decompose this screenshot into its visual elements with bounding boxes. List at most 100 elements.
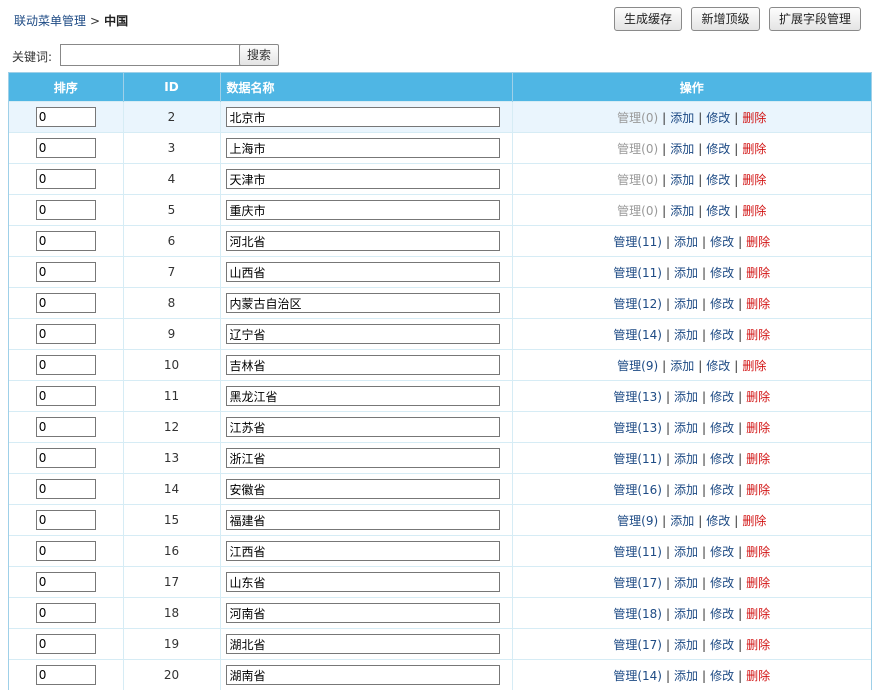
order-input[interactable]	[36, 107, 96, 127]
edit-link[interactable]: 修改	[710, 452, 734, 466]
delete-link[interactable]: 删除	[746, 421, 770, 435]
edit-link[interactable]: 修改	[710, 669, 734, 683]
manage-link[interactable]: 管理(13)	[613, 390, 662, 404]
edit-link[interactable]: 修改	[710, 421, 734, 435]
name-input[interactable]	[226, 541, 500, 561]
name-input[interactable]	[226, 293, 500, 313]
add-link[interactable]: 添加	[674, 607, 698, 621]
name-input[interactable]	[226, 200, 500, 220]
add-link[interactable]: 添加	[674, 235, 698, 249]
edit-link[interactable]: 修改	[706, 514, 730, 528]
order-input[interactable]	[36, 572, 96, 592]
delete-link[interactable]: 删除	[742, 359, 766, 373]
manage-link[interactable]: 管理(11)	[613, 452, 662, 466]
delete-link[interactable]: 删除	[746, 483, 770, 497]
search-button[interactable]: 搜索	[239, 44, 279, 66]
delete-link[interactable]: 删除	[742, 111, 766, 125]
delete-link[interactable]: 删除	[746, 328, 770, 342]
edit-link[interactable]: 修改	[710, 328, 734, 342]
add-link[interactable]: 添加	[670, 514, 694, 528]
edit-link[interactable]: 修改	[706, 359, 730, 373]
name-input[interactable]	[226, 386, 500, 406]
delete-link[interactable]: 删除	[742, 514, 766, 528]
generate-cache-button[interactable]: 生成缓存	[614, 7, 682, 31]
order-input[interactable]	[36, 541, 96, 561]
name-input[interactable]	[226, 417, 500, 437]
edit-link[interactable]: 修改	[710, 297, 734, 311]
manage-link[interactable]: 管理(11)	[613, 235, 662, 249]
delete-link[interactable]: 删除	[742, 173, 766, 187]
manage-link[interactable]: 管理(18)	[613, 607, 662, 621]
manage-link[interactable]: 管理(14)	[613, 328, 662, 342]
order-input[interactable]	[36, 386, 96, 406]
order-input[interactable]	[36, 634, 96, 654]
edit-link[interactable]: 修改	[710, 638, 734, 652]
delete-link[interactable]: 删除	[746, 390, 770, 404]
delete-link[interactable]: 删除	[746, 545, 770, 559]
delete-link[interactable]: 删除	[746, 607, 770, 621]
add-link[interactable]: 添加	[674, 297, 698, 311]
keyword-input[interactable]	[60, 44, 245, 66]
manage-link[interactable]: 管理(12)	[613, 297, 662, 311]
name-input[interactable]	[226, 262, 500, 282]
order-input[interactable]	[36, 169, 96, 189]
add-link[interactable]: 添加	[674, 576, 698, 590]
order-input[interactable]	[36, 200, 96, 220]
name-input[interactable]	[226, 107, 500, 127]
delete-link[interactable]: 删除	[746, 669, 770, 683]
name-input[interactable]	[226, 324, 500, 344]
edit-link[interactable]: 修改	[710, 390, 734, 404]
add-link[interactable]: 添加	[670, 359, 694, 373]
order-input[interactable]	[36, 293, 96, 313]
manage-link[interactable]: 管理(0)	[617, 111, 658, 125]
delete-link[interactable]: 删除	[746, 638, 770, 652]
add-link[interactable]: 添加	[670, 204, 694, 218]
add-link[interactable]: 添加	[674, 669, 698, 683]
add-link[interactable]: 添加	[674, 483, 698, 497]
name-input[interactable]	[226, 448, 500, 468]
manage-link[interactable]: 管理(0)	[617, 142, 658, 156]
edit-link[interactable]: 修改	[706, 142, 730, 156]
manage-link[interactable]: 管理(17)	[613, 576, 662, 590]
edit-link[interactable]: 修改	[706, 111, 730, 125]
delete-link[interactable]: 删除	[746, 235, 770, 249]
delete-link[interactable]: 删除	[746, 452, 770, 466]
manage-link[interactable]: 管理(11)	[613, 266, 662, 280]
add-link[interactable]: 添加	[670, 111, 694, 125]
order-input[interactable]	[36, 355, 96, 375]
name-input[interactable]	[226, 355, 500, 375]
order-input[interactable]	[36, 231, 96, 251]
order-input[interactable]	[36, 324, 96, 344]
delete-link[interactable]: 删除	[746, 576, 770, 590]
order-input[interactable]	[36, 479, 96, 499]
name-input[interactable]	[226, 510, 500, 530]
order-input[interactable]	[36, 138, 96, 158]
manage-link[interactable]: 管理(0)	[617, 173, 658, 187]
name-input[interactable]	[226, 231, 500, 251]
delete-link[interactable]: 删除	[746, 266, 770, 280]
edit-link[interactable]: 修改	[710, 483, 734, 497]
column-header-order[interactable]: 排序	[9, 73, 123, 102]
name-input[interactable]	[226, 479, 500, 499]
manage-link[interactable]: 管理(16)	[613, 483, 662, 497]
order-input[interactable]	[36, 262, 96, 282]
extend-fields-button[interactable]: 扩展字段管理	[769, 7, 861, 31]
edit-link[interactable]: 修改	[710, 576, 734, 590]
name-input[interactable]	[226, 665, 500, 685]
edit-link[interactable]: 修改	[710, 266, 734, 280]
order-input[interactable]	[36, 417, 96, 437]
add-link[interactable]: 添加	[674, 421, 698, 435]
manage-link[interactable]: 管理(9)	[617, 514, 658, 528]
name-input[interactable]	[226, 572, 500, 592]
add-link[interactable]: 添加	[674, 390, 698, 404]
delete-link[interactable]: 删除	[742, 204, 766, 218]
add-link[interactable]: 添加	[674, 545, 698, 559]
manage-link[interactable]: 管理(13)	[613, 421, 662, 435]
add-top-level-button[interactable]: 新增顶级	[691, 7, 760, 31]
breadcrumb-link-linkage-menu[interactable]: 联动菜单管理	[14, 14, 86, 28]
edit-link[interactable]: 修改	[710, 545, 734, 559]
edit-link[interactable]: 修改	[710, 607, 734, 621]
manage-link[interactable]: 管理(14)	[613, 669, 662, 683]
name-input[interactable]	[226, 634, 500, 654]
order-input[interactable]	[36, 665, 96, 685]
